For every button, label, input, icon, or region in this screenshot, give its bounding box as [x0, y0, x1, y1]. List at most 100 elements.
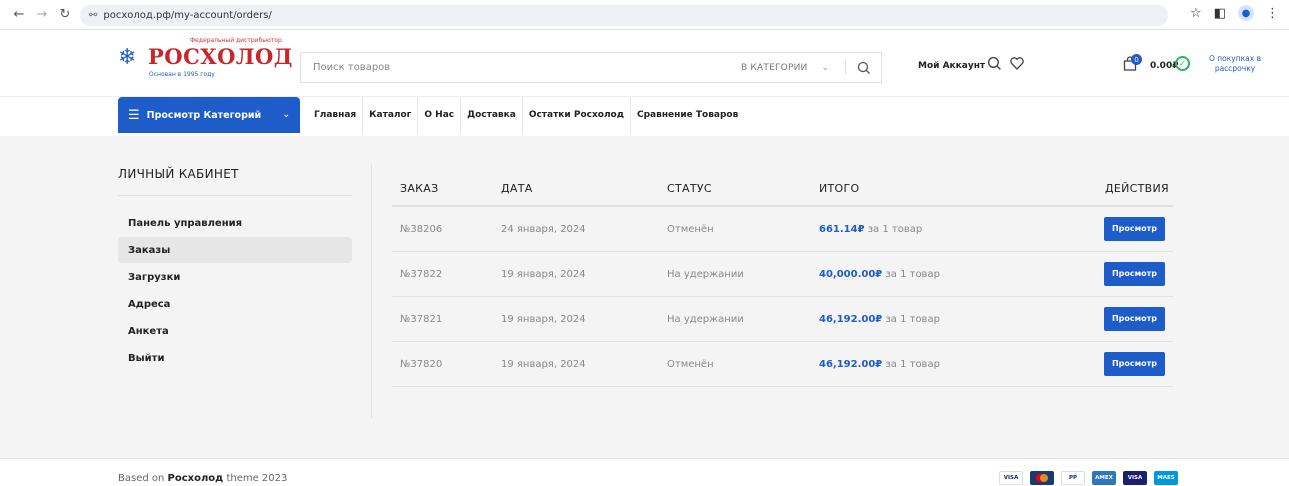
account-sidebar: ЛИЧНЫЙ КАБИНЕТ Панель управления Заказы …: [118, 167, 352, 372]
installment-link[interactable]: О покупках в рассрочку: [1200, 54, 1270, 74]
sidebar-item-orders[interactable]: Заказы: [118, 237, 352, 263]
sidebar-item-logout[interactable]: Выйти: [118, 345, 352, 371]
mastercard-circles-icon: [1036, 474, 1048, 482]
table-row: №37820 19 января, 2024 Отменён 46,192.00…: [392, 342, 1173, 387]
view-order-button[interactable]: Просмотр: [1104, 217, 1165, 241]
mastercard-icon: [1030, 471, 1054, 485]
heart-icon: [1010, 57, 1024, 70]
order-total: 46,192.00₽: [819, 313, 883, 325]
nav-menu: Главная Каталог О Нас Доставка Остатки Р…: [308, 97, 744, 133]
nav-item-delivery[interactable]: Доставка: [461, 97, 523, 133]
sidebar-item-addresses[interactable]: Адреса: [118, 291, 352, 317]
vertical-divider: [371, 164, 372, 418]
my-account-link[interactable]: Мой Аккаунт: [918, 61, 985, 71]
nav-item-catalog[interactable]: Каталог: [363, 97, 419, 133]
nav-item-about[interactable]: О Нас: [418, 97, 462, 133]
view-order-button[interactable]: Просмотр: [1104, 307, 1165, 331]
table-row: №38206 24 января, 2024 Отменён 661.14₽ з…: [392, 207, 1173, 252]
order-total-cell: 46,192.00₽ за 1 товар: [811, 359, 1085, 370]
sidebar-item-profile[interactable]: Анкета: [118, 318, 352, 344]
order-total: 661.14₽: [819, 223, 865, 235]
nav-item-stock[interactable]: Остатки Росхолод: [523, 97, 631, 133]
sidebar-item-downloads[interactable]: Загрузки: [118, 264, 352, 290]
account-content: ЛИЧНЫЙ КАБИНЕТ Панель управления Заказы …: [0, 137, 1289, 458]
order-total: 46,192.00₽: [819, 358, 883, 370]
forward-icon[interactable]: →: [33, 6, 51, 24]
order-number[interactable]: №37820: [392, 359, 493, 370]
logo-tagline: Федеральный дистрибьютор: [190, 37, 282, 44]
order-total: 40,000.00₽: [819, 268, 883, 280]
view-order-button[interactable]: Просмотр: [1104, 262, 1165, 286]
order-quantity: за 1 товар: [885, 358, 940, 370]
nav-item-compare[interactable]: Сравнение Товаров: [631, 97, 744, 133]
order-status: На удержании: [667, 313, 744, 325]
order-total-cell: 661.14₽ за 1 товар: [811, 224, 1085, 235]
order-status: Отменён: [667, 358, 714, 370]
order-number[interactable]: №37822: [392, 269, 493, 280]
snowflake-logo-icon: ❄: [118, 45, 137, 70]
chevron-down-icon: ⌄: [282, 110, 290, 120]
column-date: ДАТА: [501, 181, 533, 195]
bookmark-star-icon[interactable]: ☆: [1190, 6, 1202, 21]
profile-avatar-icon[interactable]: ●: [1238, 5, 1254, 21]
cart-count-badge: 0: [1131, 54, 1142, 65]
credits-suffix: theme 2023: [226, 473, 288, 484]
order-date: 19 января, 2024: [501, 313, 586, 325]
view-order-button[interactable]: Просмотр: [1104, 352, 1165, 376]
table-row: №37822 19 января, 2024 На удержании 40,0…: [392, 252, 1173, 297]
column-order: ЗАКАЗ: [400, 181, 439, 195]
account-menu: Панель управления Заказы Загрузки Адреса…: [118, 210, 352, 371]
table-header: ЗАКАЗ ДАТА СТАТУС ИТОГО ДЕЙСТВИЯ: [392, 171, 1173, 207]
search-button[interactable]: [853, 57, 875, 79]
sidebar-item-dashboard[interactable]: Панель управления: [118, 210, 352, 236]
reload-icon[interactable]: ↻: [56, 6, 74, 24]
site-info-icon[interactable]: ⚯: [89, 10, 97, 21]
logo-brand: РОСХОЛОД: [148, 44, 293, 69]
visa-electron-icon: VISA: [1123, 471, 1147, 485]
column-total: ИТОГО: [819, 181, 860, 195]
site-footer: Based on Росхолод theme 2023 VISA PP AME…: [0, 458, 1289, 486]
sidebar-title: ЛИЧНЫЙ КАБИНЕТ: [118, 167, 352, 196]
browse-categories-label: Просмотр Категорий: [146, 109, 262, 121]
nav-item-home[interactable]: Главная: [308, 97, 364, 133]
credits-prefix: Based on: [118, 473, 165, 484]
address-bar[interactable]: ⚯ росхолод.рф/my-account/orders/: [80, 5, 1168, 26]
order-actions: Просмотр: [1085, 217, 1173, 241]
search-icon: [987, 56, 1001, 70]
checkmark-circle-icon: ✓: [1175, 56, 1190, 71]
browser-menu-icon[interactable]: ⋮: [1266, 6, 1279, 21]
order-actions: Просмотр: [1085, 352, 1173, 376]
header-search-button[interactable]: [987, 56, 1002, 75]
order-actions: Просмотр: [1085, 307, 1173, 331]
orders-table: ЗАКАЗ ДАТА СТАТУС ИТОГО ДЕЙСТВИЯ №38206 …: [392, 171, 1173, 387]
order-number[interactable]: №37821: [392, 314, 493, 325]
column-actions: ДЕЙСТВИЯ: [1105, 181, 1169, 195]
order-actions: Просмотр: [1085, 262, 1173, 286]
footer-credits: Based on Росхолод theme 2023: [118, 473, 287, 484]
site-header: ❄ Федеральный дистрибьютор РОСХОЛОД Осно…: [0, 30, 1289, 96]
side-panel-icon[interactable]: ◧: [1214, 6, 1226, 21]
browser-toolbar: ← → ↻ ⚯ росхолод.рф/my-account/orders/ ☆…: [0, 0, 1289, 30]
visa-icon: VISA: [999, 471, 1023, 485]
wishlist-button[interactable]: [1009, 55, 1025, 75]
order-date: 24 января, 2024: [501, 223, 586, 235]
payment-methods: VISA PP AMEX VISA MAES: [999, 471, 1178, 485]
paypal-icon: PP: [1061, 471, 1085, 485]
order-total-cell: 40,000.00₽ за 1 товар: [811, 269, 1085, 280]
order-quantity: за 1 товар: [885, 313, 940, 325]
order-status: Отменён: [667, 223, 714, 235]
back-icon[interactable]: ←: [10, 6, 28, 24]
category-select-label: В КАТЕГОРИИ: [741, 62, 808, 73]
search-input[interactable]: [301, 53, 731, 82]
main-navigation: ☰ Просмотр Категорий ⌄ Главная Каталог О…: [0, 96, 1289, 136]
credits-brand[interactable]: Росхолод: [168, 473, 224, 484]
order-status: На удержании: [667, 268, 744, 280]
order-date: 19 января, 2024: [501, 268, 586, 280]
site-logo[interactable]: ❄ Федеральный дистрибьютор РОСХОЛОД Осно…: [118, 37, 293, 85]
hamburger-menu-icon: ☰: [128, 107, 140, 123]
table-row: №37821 19 января, 2024 На удержании 46,1…: [392, 297, 1173, 342]
browse-categories-button[interactable]: ☰ Просмотр Категорий ⌄: [118, 97, 300, 133]
order-quantity: за 1 товар: [885, 268, 940, 280]
category-select[interactable]: В КАТЕГОРИИ ⌄: [741, 53, 831, 82]
order-number[interactable]: №38206: [392, 224, 493, 235]
